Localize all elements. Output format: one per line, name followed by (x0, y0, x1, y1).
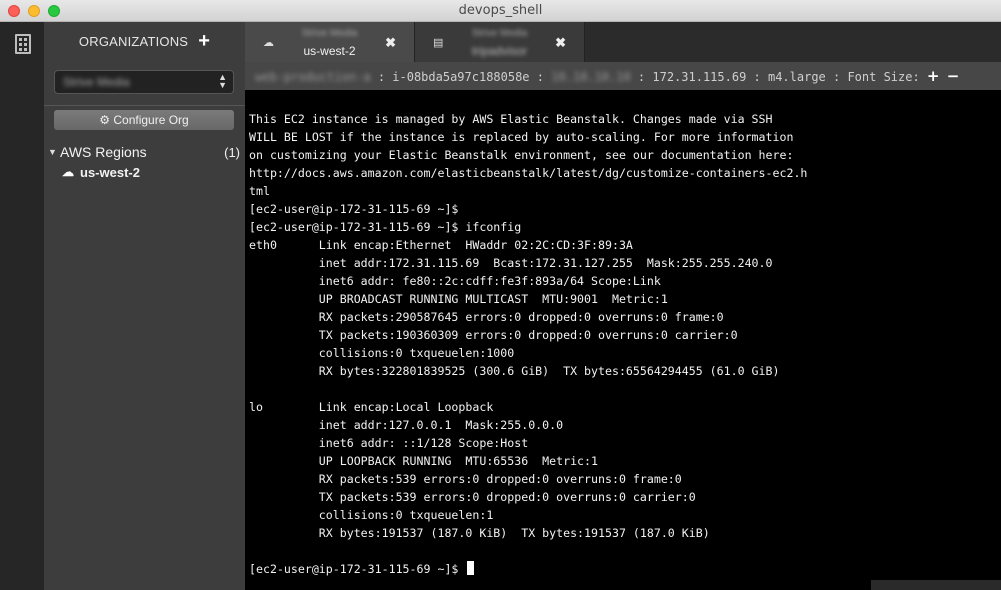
terminal-line: UP BROADCAST RUNNING MULTICAST MTU:9001 … (249, 292, 668, 306)
terminal-line: TX packets:539 errors:0 dropped:0 overru… (249, 490, 696, 504)
aws-regions-tree: ▼ AWS Regions (1) ☁ us-west-2 (48, 142, 240, 182)
caret-down-icon: ▼ (48, 147, 57, 157)
public-ip: 10.10.10.10 (551, 70, 631, 84)
minimize-window-button[interactable] (28, 5, 40, 17)
terminal-line: RX packets:539 errors:0 dropped:0 overru… (249, 472, 682, 486)
terminal-line: collisions:0 txqueuelen:1000 (249, 346, 515, 360)
instance-name: web-production-a (255, 70, 371, 84)
aws-regions-label: AWS Regions (60, 144, 147, 160)
instance-id: : i-08bda5a97c188058e : (370, 70, 552, 84)
aws-regions-count: (1) (224, 144, 240, 160)
aws-regions-toggle[interactable]: ▼ AWS Regions (1) (48, 142, 240, 162)
terminal-line: RX bytes:191537 (187.0 KiB) TX bytes:191… (249, 526, 710, 540)
left-rail (0, 22, 44, 590)
add-organization-icon[interactable]: + (198, 31, 210, 51)
terminal-line: eth0 Link encap:Ethernet HWaddr 02:2C:CD… (249, 238, 633, 252)
close-window-button[interactable] (8, 5, 20, 17)
terminal-line: WILL BE LOST if the instance is replaced… (249, 130, 794, 144)
terminal-bottom (245, 580, 871, 590)
cloud-icon: ☁ (62, 165, 74, 179)
window-bottom-edge (871, 580, 1001, 590)
sidebar-divider (44, 105, 245, 106)
font-decrease-button[interactable]: − (947, 67, 960, 85)
terminal-line: RX bytes:322801839525 (300.6 GiB) TX byt… (249, 364, 780, 378)
region-item-us-west-2[interactable]: ☁ us-west-2 (48, 162, 240, 182)
terminal-line: tml (249, 184, 270, 198)
window-titlebar: devops_shell (0, 0, 1001, 22)
region-item-label: us-west-2 (80, 164, 140, 180)
terminal-line: UP LOOPBACK RUNNING MTU:65536 Metric:1 (249, 454, 599, 468)
terminal-line: inet addr:172.31.115.69 Bcast:172.31.127… (249, 256, 773, 270)
building-icon[interactable] (15, 34, 31, 54)
organizations-header: ORGANIZATIONS + (44, 22, 245, 60)
terminal-line: inet addr:127.0.0.1 Mask:255.0.0.0 (249, 418, 564, 432)
terminal-line: inet6 addr: fe80::2c:cdff:fe3f:893a/64 S… (249, 274, 661, 288)
terminal-line: [ec2-user@ip-172-31-115-69 ~]$ ifconfig (249, 220, 522, 234)
sidebar: ORGANIZATIONS + Strive Media ▲ ▼ ⚙ Config… (44, 22, 245, 590)
terminal-line: [ec2-user@ip-172-31-115-69 ~]$ (249, 202, 459, 216)
select-arrows-icon: ▲ ▼ (218, 72, 227, 90)
terminal-line: on customizing your Elastic Beanstalk en… (249, 148, 794, 162)
terminal-line: collisions:0 txqueuelen:1 (249, 508, 494, 522)
terminal-line: TX packets:190360309 errors:0 dropped:0 … (249, 328, 738, 342)
tab-us-west-2[interactable]: ☁ Strive Media us-west-2 ✖ (245, 22, 415, 62)
terminal-cursor (467, 561, 475, 575)
close-tab-icon[interactable]: ✖ (555, 35, 566, 51)
terminal[interactable]: This EC2 instance is managed by AWS Elas… (245, 90, 1001, 580)
terminal-line: lo Link encap:Local Loopback (249, 400, 494, 414)
window-title: devops_shell (458, 3, 543, 18)
terminal-line: http://docs.aws.amazon.com/elasticbeanst… (249, 166, 808, 180)
font-increase-button[interactable]: + (927, 67, 940, 85)
instance-details: : 172.31.115.69 : m4.large : Font Size: (630, 70, 927, 84)
organization-select-value: Strive Media (63, 75, 130, 89)
terminal-output: This EC2 instance is managed by AWS Elas… (249, 110, 1001, 560)
configure-org-button[interactable]: ⚙ Configure Org (54, 110, 234, 130)
terminal-prompt: [ec2-user@ip-172-31-115-69 ~]$ (249, 562, 466, 576)
instance-info-bar: web-production-a : i-08bda5a97c188058e :… (245, 62, 1001, 90)
organizations-label: ORGANIZATIONS (78, 33, 189, 49)
terminal-line: inet6 addr: ::1/128 Scope:Host (249, 436, 529, 450)
terminal-line: This EC2 instance is managed by AWS Elas… (249, 112, 773, 126)
maximize-window-button[interactable] (48, 5, 60, 17)
terminal-prompt-line: [ec2-user@ip-172-31-115-69 ~]$ (249, 560, 1001, 578)
terminal-line: RX packets:290587645 errors:0 dropped:0 … (249, 310, 724, 324)
close-tab-icon[interactable]: ✖ (385, 35, 396, 51)
organization-select[interactable]: Strive Media ▲ ▼ (54, 70, 234, 94)
session-tabs: ☁ Strive Media us-west-2 ✖ ▤ Strive Medi… (245, 22, 1001, 62)
tab-instance[interactable]: ▤ Strive Media tripadvisor ✖ (415, 22, 585, 62)
